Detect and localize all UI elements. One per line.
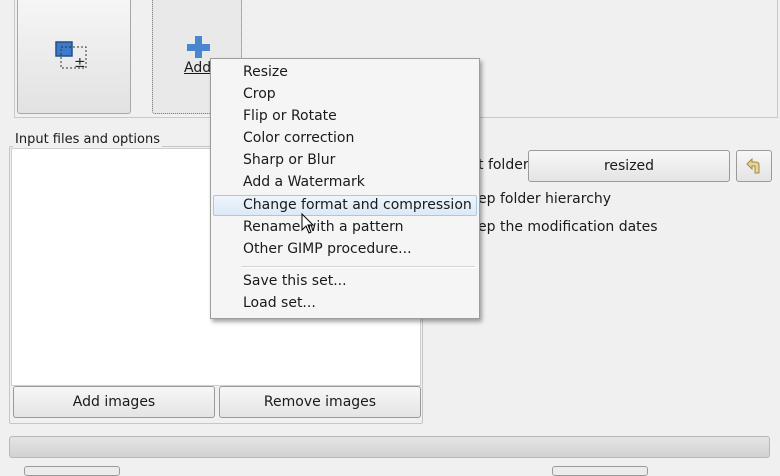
add-button-label: Add [184,60,212,76]
menu-item-color-correction[interactable]: Color correction [213,128,477,149]
menu-item-crop[interactable]: Crop [213,84,477,105]
output-folder-label: t folder [478,157,529,173]
output-folder-button[interactable]: resized [528,150,730,182]
bottom-button-right-edge[interactable] [552,466,648,476]
back-button[interactable] [736,150,772,182]
add-images-button[interactable]: Add images [13,386,215,418]
batch-layer-button[interactable]: ± [17,0,131,114]
menu-item-sharp-blur[interactable]: Sharp or Blur [213,150,477,171]
menu-item-save-set[interactable]: Save this set... [213,271,477,292]
keep-folder-hierarchy-label[interactable]: ep folder hierarchy [478,191,611,207]
layer-resize-icon: ± [54,41,94,73]
plus-icon [186,35,210,59]
menu-item-flip-rotate[interactable]: Flip or Rotate [213,106,477,127]
keep-modification-dates-label[interactable]: ep the modification dates [478,219,658,235]
menu-item-add-watermark[interactable]: Add a Watermark [213,172,477,193]
arrow-back-icon [745,157,763,175]
progress-bar [9,436,770,458]
menu-item-load-set[interactable]: Load set... [213,293,477,314]
menu-item-other-gimp[interactable]: Other GIMP procedure... [213,239,477,260]
menu-separator [241,266,475,268]
menu-item-resize[interactable]: Resize [213,62,477,83]
remove-images-button[interactable]: Remove images [219,386,421,418]
mouse-pointer-icon [301,212,315,235]
remove-images-label: Remove images [263,394,377,410]
add-images-label: Add images [72,394,156,410]
add-context-menu: Resize Crop Flip or Rotate Color correct… [210,58,480,319]
menu-item-rename-pattern[interactable]: Rename with a pattern [213,217,477,238]
bottom-button-left-edge[interactable] [24,466,120,476]
menu-item-change-format[interactable]: Change format and compression [213,195,477,216]
output-folder-value: resized [603,158,655,174]
svg-text:±: ± [74,55,86,71]
input-files-group-title: Input files and options [13,132,162,147]
